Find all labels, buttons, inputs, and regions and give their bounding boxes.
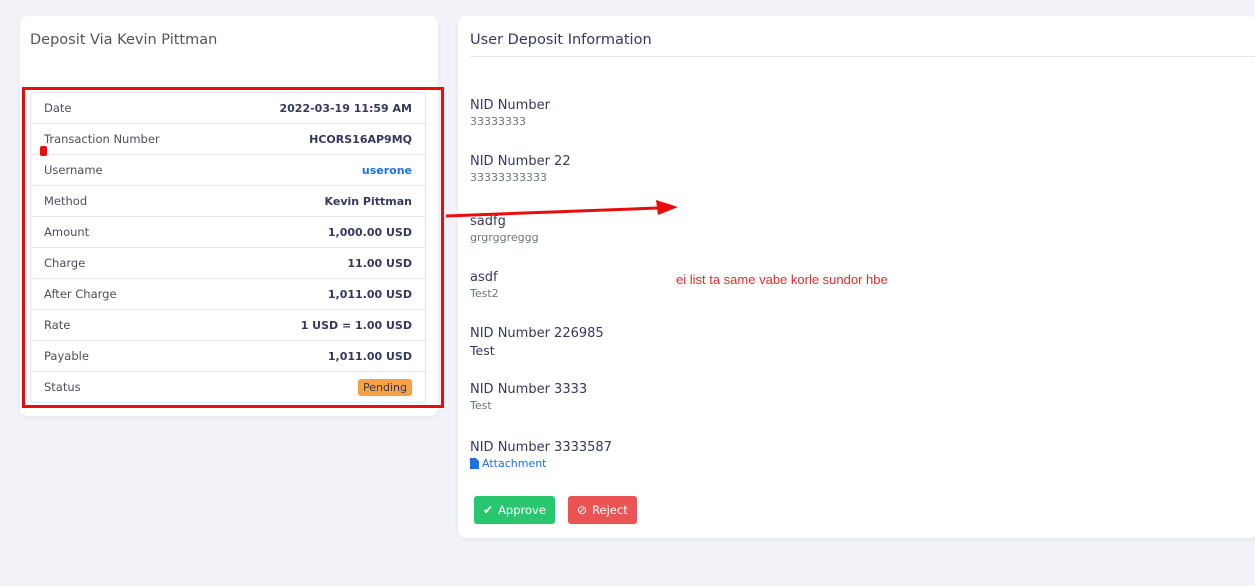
approve-button[interactable]: ✔ Approve (474, 496, 555, 524)
field-value: 33333333 (470, 115, 526, 128)
field-asdf: asdf Test2 (470, 270, 499, 300)
ban-icon: ⊘ (577, 503, 588, 517)
field-nid-number-226985: NID Number 226985 Test (470, 326, 604, 358)
field-label: NID Number 226985 (470, 326, 604, 341)
annotation-marker (40, 146, 47, 156)
user-deposit-info-title: User Deposit Information (470, 32, 652, 48)
field-value: Test2 (470, 287, 499, 300)
attachment-link[interactable]: Attachment (470, 457, 612, 470)
field-label: NID Number 3333587 (470, 440, 612, 455)
field-value: Test (470, 343, 495, 358)
field-label: NID Number 22 (470, 154, 571, 169)
annotation-note: ei list ta same vabe korle sundor hbe (676, 272, 888, 287)
annotation-arrow (445, 200, 678, 218)
field-nid-number: NID Number 33333333 (470, 98, 550, 128)
field-label: NID Number (470, 98, 550, 113)
file-icon (470, 458, 479, 469)
title-divider (470, 56, 1255, 57)
reject-label: Reject (592, 503, 628, 517)
field-label: asdf (470, 270, 498, 285)
reject-button[interactable]: ⊘ Reject (568, 496, 637, 524)
field-label: NID Number 3333 (470, 382, 588, 397)
attachment-label: Attachment (482, 457, 547, 470)
field-value: Test (470, 399, 492, 412)
approve-label: Approve (498, 503, 546, 517)
field-value: 33333333333 (470, 171, 547, 184)
field-nid-number-3333: NID Number 3333 Test (470, 382, 587, 412)
field-nid-number-3333587: NID Number 3333587 Attachment (470, 440, 612, 470)
deposit-card-title: Deposit Via Kevin Pittman (30, 32, 218, 48)
annotation-highlight-box (22, 87, 444, 408)
field-value: grgrggreggg (470, 231, 539, 244)
check-icon: ✔ (483, 503, 494, 517)
field-nid-number-22: NID Number 22 33333333333 (470, 154, 571, 184)
